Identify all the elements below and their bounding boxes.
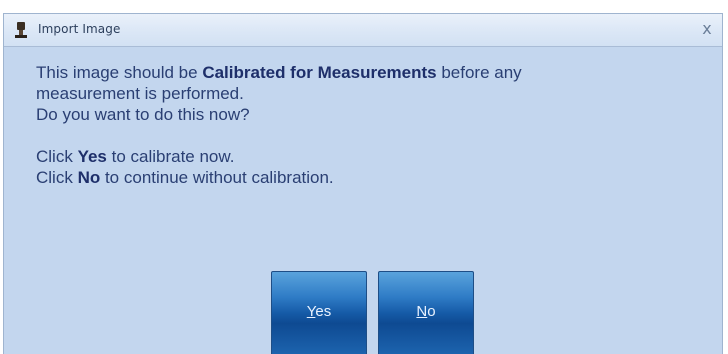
message-text-segment: Click bbox=[36, 147, 78, 166]
message-line-1: This image should be Calibrated for Meas… bbox=[36, 62, 696, 83]
yes-button-label: Yes bbox=[272, 302, 366, 322]
message-emphasis: Calibrated for Measurements bbox=[202, 63, 437, 82]
message-line-3: Do you want to do this now? bbox=[36, 105, 250, 124]
button-label-rest: o bbox=[427, 303, 436, 320]
message-text: This image should be Calibrated for Meas… bbox=[36, 62, 696, 188]
message-text-segment: Click bbox=[36, 168, 78, 187]
window-title: Import Image bbox=[38, 22, 121, 36]
message-emphasis: No bbox=[77, 168, 101, 187]
no-button-label: No bbox=[379, 302, 473, 322]
yes-button[interactable]: Yes bbox=[271, 271, 367, 354]
message-line-2: measurement is performed. bbox=[36, 84, 244, 103]
message-text-segment: This image should be bbox=[36, 63, 203, 82]
accelerator-key: N bbox=[416, 303, 428, 320]
message-line-5: Click No to continue without calibration… bbox=[36, 167, 696, 188]
message-text-segment: before any bbox=[436, 63, 522, 82]
button-label-rest: es bbox=[315, 303, 332, 320]
no-button[interactable]: No bbox=[378, 271, 474, 354]
title-bar[interactable]: Import Image x bbox=[4, 14, 722, 47]
message-emphasis: Yes bbox=[77, 147, 107, 166]
message-text-segment: to calibrate now. bbox=[106, 147, 235, 166]
close-icon[interactable]: x bbox=[698, 19, 716, 39]
message-text-segment: to continue without calibration. bbox=[100, 168, 334, 187]
message-line-4: Click Yes to calibrate now. bbox=[36, 146, 696, 167]
app-icon bbox=[14, 21, 28, 39]
import-image-dialog: Import Image x This image should be Cali… bbox=[3, 13, 723, 354]
